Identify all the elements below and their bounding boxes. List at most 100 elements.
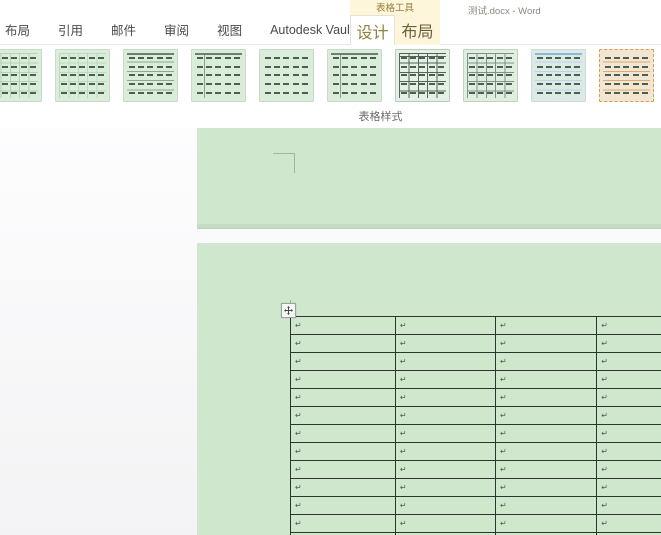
table-cell[interactable]: ↵ (494, 424, 598, 443)
table-style-green-grid-icon[interactable] (55, 49, 110, 102)
table-cell[interactable]: ↵ (290, 370, 396, 389)
table-cell[interactable]: ↵ (290, 334, 396, 353)
contextual-group-header: 表格工具 (350, 0, 440, 15)
move-arrows-icon (284, 306, 293, 315)
style-preview-dashes (0, 54, 38, 97)
table-cell[interactable]: ↵ (494, 316, 598, 335)
table-cell[interactable]: ↵ (596, 460, 661, 479)
table-cell[interactable]: ↵ (394, 478, 496, 497)
table-cell[interactable]: ↵ (494, 496, 598, 515)
table-row: ↵↵↵↵↵ (290, 424, 661, 443)
table-cell[interactable]: ↵ (494, 442, 598, 461)
table-cell[interactable]: ↵ (290, 406, 396, 425)
table-cell[interactable]: ↵ (290, 496, 396, 515)
table-cell[interactable]: ↵ (596, 334, 661, 353)
table-cell[interactable]: ↵ (394, 460, 496, 479)
table-cell[interactable]: ↵ (394, 388, 496, 407)
ribbon: 表格工具 测试.docx - Word 布局 引用 邮件 审阅 视图 Autodesk V… (0, 0, 661, 129)
table-styles-gallery (0, 49, 661, 102)
table-cell[interactable]: ↵ (290, 316, 396, 335)
table-style-horizontal-lines-icon[interactable] (123, 49, 178, 102)
style-preview-dashes (127, 54, 174, 97)
title-bar: 表格工具 测试.docx - Word (0, 0, 661, 17)
table-style-header-firstcol-icon[interactable] (327, 49, 382, 102)
table-cell[interactable]: ↵ (494, 460, 598, 479)
group-label-table-styles: 表格样式 (358, 111, 403, 123)
style-preview-dashes (467, 54, 514, 97)
table-cell[interactable]: ↵ (596, 406, 661, 425)
table-cell[interactable]: ↵ (596, 496, 661, 515)
table-cell[interactable]: ↵ (290, 460, 396, 479)
table-cell[interactable]: ↵ (596, 370, 661, 389)
table-row: ↵↵↵↵↵ (290, 514, 661, 533)
style-preview-dashes (331, 54, 378, 97)
table-cell[interactable]: ↵ (494, 388, 598, 407)
table-cell[interactable]: ↵ (290, 442, 396, 461)
table-move-handle[interactable] (281, 303, 296, 318)
table-cell[interactable]: ↵ (394, 442, 496, 461)
table-cell[interactable]: ↵ (596, 424, 661, 443)
table-cell[interactable]: ↵ (394, 334, 496, 353)
table-row: ↵↵↵↵↵ (290, 388, 661, 407)
style-preview-dashes (603, 54, 650, 97)
style-preview-dashes (399, 54, 446, 97)
tab-视图[interactable]: 视图 (203, 15, 256, 44)
table-cell[interactable]: ↵ (394, 496, 496, 515)
table-row: ↵↵↵↵↵ (290, 352, 661, 371)
table-cell[interactable]: ↵ (290, 478, 396, 497)
tab-审阅[interactable]: 审阅 (150, 15, 203, 44)
table-row: ↵↵↵↵↵ (290, 496, 661, 515)
table-cell[interactable]: ↵ (290, 388, 396, 407)
tab-设计[interactable]: 设计 (350, 15, 395, 45)
table-cell[interactable]: ↵ (596, 478, 661, 497)
table-cell[interactable]: ↵ (596, 442, 661, 461)
table-row: ↵↵↵↵↵ (290, 316, 661, 335)
contextual-tabs: 设计 布局 (350, 15, 440, 45)
table-cell[interactable]: ↵ (394, 316, 496, 335)
tab-布局[interactable]: 布局 (0, 15, 44, 44)
table-cell[interactable]: ↵ (596, 316, 661, 335)
table-style-header-firstcol-icon[interactable] (191, 49, 246, 102)
table-cell[interactable]: ↵ (394, 352, 496, 371)
table-cell[interactable]: ↵ (290, 352, 396, 371)
table-cell[interactable]: ↵ (290, 514, 396, 533)
page-1[interactable] (197, 128, 661, 229)
table-cell[interactable]: ↵ (596, 352, 661, 371)
table-cell[interactable]: ↵ (596, 388, 661, 407)
tab-布局[interactable]: 布局 (395, 15, 440, 45)
table-cell[interactable]: ↵ (596, 514, 661, 533)
tab-引用[interactable]: 引用 (44, 15, 97, 44)
style-preview-dashes (263, 54, 310, 97)
table-cell[interactable]: ↵ (494, 352, 598, 371)
table-cell[interactable]: ↵ (494, 334, 598, 353)
tab-邮件[interactable]: 邮件 (97, 15, 150, 44)
document-table[interactable]: ↵ ↵ ↵ ↵ ↵ ↵ ↵ ↵ ↵ ↵ ↵ ↵ ↵ ↵ ↵ ↵ ↵ ↵ ↵ ↵ ↵ ↵ ↵ ↵ ↵ ↵ ↵ ↵ ↵ ↵ ↵ ↵ ↵ ↵ ↵ ↵ ↵ ↵ ↵ ↵… (290, 316, 661, 535)
style-preview-dashes (195, 54, 242, 97)
table-row: ↵↵↵↵↵ (290, 334, 661, 353)
style-preview-dashes (535, 54, 582, 97)
table-style-plain-icon[interactable] (259, 49, 314, 102)
table-style-orange-accent-icon[interactable] (599, 49, 654, 102)
table-row: ↵↵↵↵↵ (290, 442, 661, 461)
table-cell[interactable]: ↵ (494, 370, 598, 389)
table-row: ↵↵↵↵↵ (290, 460, 661, 479)
document-canvas[interactable]: ↵ ↵ ↵ ↵ ↵ ↵ ↵ ↵ ↵ ↵ ↵ ↵ ↵ ↵ ↵ ↵ ↵ ↵ ↵ ↵ ↵ ↵ ↵ ↵ ↵ ↵ ↵ ↵ ↵ ↵ ↵ ↵ ↵ ↵ ↵ ↵ ↵ ↵ ↵ ↵… (0, 128, 661, 535)
table-row: ↵↵↵↵↵ (290, 478, 661, 497)
table-style-light-grid-icon[interactable] (463, 49, 518, 102)
style-preview-dashes (59, 54, 106, 97)
table-cell[interactable]: ↵ (394, 424, 496, 443)
table-cell[interactable]: ↵ (494, 478, 598, 497)
table-cell[interactable]: ↵ (394, 370, 496, 389)
table-styles-group (0, 45, 661, 103)
table-cell[interactable]: ↵ (394, 406, 496, 425)
table-style-blue-accent-icon[interactable] (531, 49, 586, 102)
table-style-bordered-grid-icon[interactable] (395, 49, 450, 102)
table-cell[interactable]: ↵ (494, 514, 598, 533)
table-cell[interactable]: ↵ (290, 424, 396, 443)
ribbon-tabs: 布局 引用 邮件 审阅 视图 Autodesk Vault(K) (0, 15, 661, 45)
table-style-green-grid-icon[interactable] (0, 49, 42, 102)
table-row: ↵↵↵↵↵ (290, 370, 661, 389)
table-cell[interactable]: ↵ (494, 406, 598, 425)
page-2[interactable]: ↵ ↵ ↵ ↵ ↵ ↵ ↵ ↵ ↵ ↵ ↵ ↵ ↵ ↵ ↵ ↵ ↵ ↵ ↵ ↵ ↵ ↵ ↵ ↵ ↵ ↵ ↵ ↵ ↵ ↵ ↵ ↵ ↵ ↵ ↵ ↵ ↵ ↵ ↵ ↵… (197, 243, 661, 535)
table-cell[interactable]: ↵ (394, 514, 496, 533)
